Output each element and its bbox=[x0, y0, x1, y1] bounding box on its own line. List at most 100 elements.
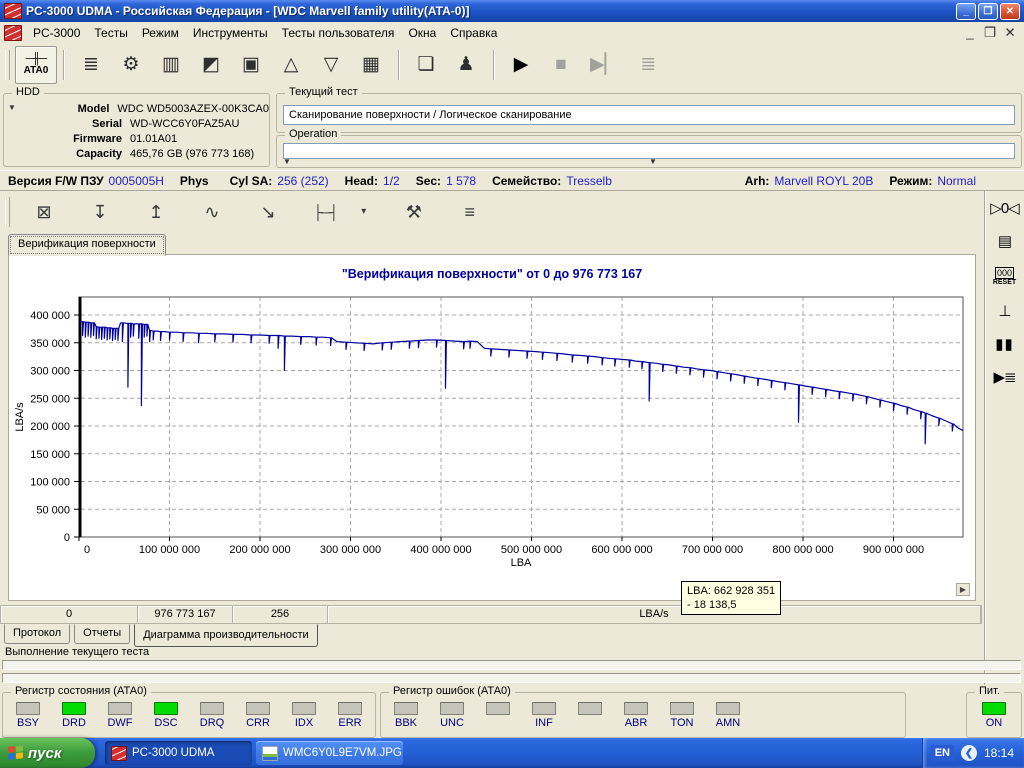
modules-icon[interactable]: ◩ bbox=[200, 54, 222, 76]
database-icon[interactable]: ▣ bbox=[240, 54, 262, 76]
toolbar-separator bbox=[493, 50, 494, 80]
close-button[interactable]: ✕ bbox=[1000, 3, 1020, 20]
taskbar-task-button[interactable]: WMC6Y0L9E7VM.JPG... bbox=[256, 741, 403, 765]
hdd-groupbox: HDD ▼ Model WDC WD5003AZEX-00K3CA0 Seria… bbox=[3, 93, 270, 167]
restore-button[interactable]: ❐ bbox=[978, 3, 998, 20]
chart-settings-icon[interactable]: ⚒ bbox=[403, 201, 425, 223]
bottom-tab[interactable]: Протокол bbox=[4, 624, 70, 644]
status-register-legend: Регистр состояния (АТА0) bbox=[11, 685, 151, 697]
taskbar-task-button[interactable]: PC-3000 UDMA bbox=[105, 741, 252, 765]
pci-board-icon[interactable]: ▤ bbox=[998, 234, 1011, 250]
status-cell: LBA/s bbox=[328, 606, 980, 623]
svg-text:600 000 000: 600 000 000 bbox=[591, 544, 652, 556]
mdi-child-icon bbox=[4, 25, 22, 41]
bottom-tab[interactable]: Диаграмма производительности bbox=[134, 624, 318, 647]
led-indicator bbox=[532, 702, 556, 715]
menu-item[interactable]: Окна bbox=[401, 24, 443, 42]
svg-text:50 000: 50 000 bbox=[36, 504, 70, 516]
power-connect-icon[interactable]: ⊥ bbox=[998, 304, 1010, 320]
menu-item[interactable]: PC-3000 bbox=[26, 24, 87, 42]
performance-chart[interactable]: 0100 000 000200 000 000300 000 000400 00… bbox=[9, 255, 975, 598]
reset-icon[interactable]: 000 RESET bbox=[993, 267, 1016, 287]
current-test-progress-label: Выполнение текущего теста bbox=[5, 646, 149, 658]
svg-text:0: 0 bbox=[84, 544, 90, 556]
status-led-cell: IDX bbox=[281, 702, 327, 730]
range-select-icon[interactable]: ├─┤ bbox=[313, 201, 337, 223]
screen: PC-3000 UDMA - Российская Федерация - [W… bbox=[0, 0, 1024, 768]
clear-report-icon[interactable]: ⊠ bbox=[33, 201, 55, 223]
sector-grid-icon[interactable]: ▦ bbox=[360, 54, 382, 76]
svg-text:700 000 000: 700 000 000 bbox=[682, 544, 743, 556]
menu-item[interactable]: Режим bbox=[135, 24, 186, 42]
menu-item[interactable]: Тесты bbox=[87, 24, 134, 42]
copy-reports-icon[interactable]: ❏ bbox=[415, 54, 437, 76]
language-indicator[interactable]: EN bbox=[931, 745, 954, 761]
svg-text:100 000 000: 100 000 000 bbox=[139, 544, 200, 556]
window-titlebar[interactable]: PC-3000 UDMA - Российская Федерация - [W… bbox=[0, 0, 1024, 22]
menu-item[interactable]: Тесты пользователя bbox=[275, 24, 402, 42]
task-icon bbox=[262, 746, 278, 761]
led-indicator bbox=[338, 702, 362, 715]
power-led-cell: ON bbox=[967, 693, 1021, 730]
operation-center-dropdown-arrow[interactable]: ▼ bbox=[649, 158, 657, 166]
tray-chevron-button[interactable]: ❮ bbox=[961, 745, 977, 761]
oscillogram-icon[interactable]: ∿ bbox=[201, 201, 223, 223]
task-icon bbox=[111, 746, 127, 761]
operation-dropdown-arrow[interactable]: ▼ bbox=[283, 158, 291, 166]
pc3000-logo-icon bbox=[4, 3, 22, 19]
status-cell bbox=[980, 606, 981, 623]
led-indicator bbox=[292, 702, 316, 715]
led-indicator bbox=[716, 702, 740, 715]
mdi-close-button[interactable]: ✕ bbox=[1002, 26, 1018, 40]
status-cell: 0 bbox=[1, 606, 138, 623]
error-led-cell: AMN bbox=[705, 702, 751, 730]
ata0-port-button[interactable]: ─╫─ ATA0 bbox=[15, 46, 57, 84]
svg-text:0: 0 bbox=[64, 532, 70, 544]
mdi-window-controls: _ ❐ ✕ bbox=[962, 26, 1024, 40]
svg-text:LBA: LBA bbox=[511, 557, 532, 569]
mdi-minimize-button[interactable]: _ bbox=[962, 26, 978, 40]
report-icons: ❏♟ bbox=[415, 54, 477, 76]
head-test-icon[interactable]: △ bbox=[280, 54, 302, 76]
menu-bar: PC-3000ТестыРежимИнструментыТесты пользо… bbox=[0, 22, 1024, 44]
minimize-button[interactable]: _ bbox=[956, 3, 976, 20]
taskbar-tasks: PC-3000 UDMA WMC6Y0L9E7VM.JPG... bbox=[105, 741, 922, 765]
hdd-info-row: Model WDC WD5003AZEX-00K3CA0 bbox=[4, 102, 269, 117]
chart-toolbar: ⊠ ↧ ↥ ∿ ↘ ├─┤ ▾ ⚒ ≡ bbox=[0, 192, 983, 233]
graph-mode-icon[interactable]: ↘ bbox=[257, 201, 279, 223]
mdi-restore-button[interactable]: ❐ bbox=[982, 26, 998, 40]
current-test-field: Сканирование поверхности / Логическое ск… bbox=[283, 105, 1015, 125]
start-button[interactable]: пуск bbox=[0, 738, 95, 768]
hdd-dropdown-arrow[interactable]: ▼ bbox=[8, 104, 16, 112]
load-report-icon[interactable]: ↥ bbox=[145, 201, 167, 223]
save-report-icon[interactable]: ↧ bbox=[89, 201, 111, 223]
taskbar: пуск PC-3000 UDMA WMC6Y0L9E7VM.JPG... EN… bbox=[0, 738, 1024, 768]
rom-chip-icon[interactable]: ▥ bbox=[160, 54, 182, 76]
status-led-cell: DRQ bbox=[189, 702, 235, 730]
user-profile-icon[interactable]: ♟ bbox=[455, 54, 477, 76]
menu-item[interactable]: Справка bbox=[443, 24, 504, 42]
start-test-icon[interactable]: ▶ bbox=[510, 54, 532, 76]
info-panel: HDD ▼ Model WDC WD5003AZEX-00K3CA0 Seria… bbox=[0, 87, 1024, 170]
led-indicator bbox=[62, 702, 86, 715]
stop-test-icon[interactable]: ■ bbox=[550, 54, 572, 76]
bottom-tab[interactable]: Отчеты bbox=[74, 624, 130, 644]
tab-surface-verification[interactable]: Верификация поверхности bbox=[8, 234, 166, 256]
svg-text:LBA/s: LBA/s bbox=[14, 402, 26, 432]
chart-scroll-right-button[interactable]: ▶ bbox=[956, 583, 970, 596]
svg-text:900 000 000: 900 000 000 bbox=[863, 544, 924, 556]
menu-item[interactable]: Инструменты bbox=[186, 24, 275, 42]
test-script-icon[interactable]: ≣ bbox=[80, 54, 102, 76]
pause-icon[interactable]: ▮▮ bbox=[995, 337, 1014, 353]
drive-power-zero-icon[interactable]: ▷0◁ bbox=[990, 201, 1018, 217]
save-settings-icon[interactable]: ⚙ bbox=[120, 54, 142, 76]
surface-filter-icon[interactable]: ▽ bbox=[320, 54, 342, 76]
range-dropdown-arrow[interactable]: ▾ bbox=[359, 201, 369, 223]
task-queue-icon[interactable]: ≣ bbox=[637, 54, 659, 76]
test-params-icon[interactable]: ≡ bbox=[459, 201, 481, 223]
soft-reset-icon[interactable]: ▶≣ bbox=[993, 370, 1015, 386]
power-led-indicator bbox=[982, 702, 1006, 715]
utility-icons: ≣ ⚙ ▥ ◩ ▣ △ ▽ ▦ bbox=[80, 54, 382, 76]
step-test-icon[interactable]: ▶▏ bbox=[590, 54, 619, 76]
status-led-cell: DSC bbox=[143, 702, 189, 730]
